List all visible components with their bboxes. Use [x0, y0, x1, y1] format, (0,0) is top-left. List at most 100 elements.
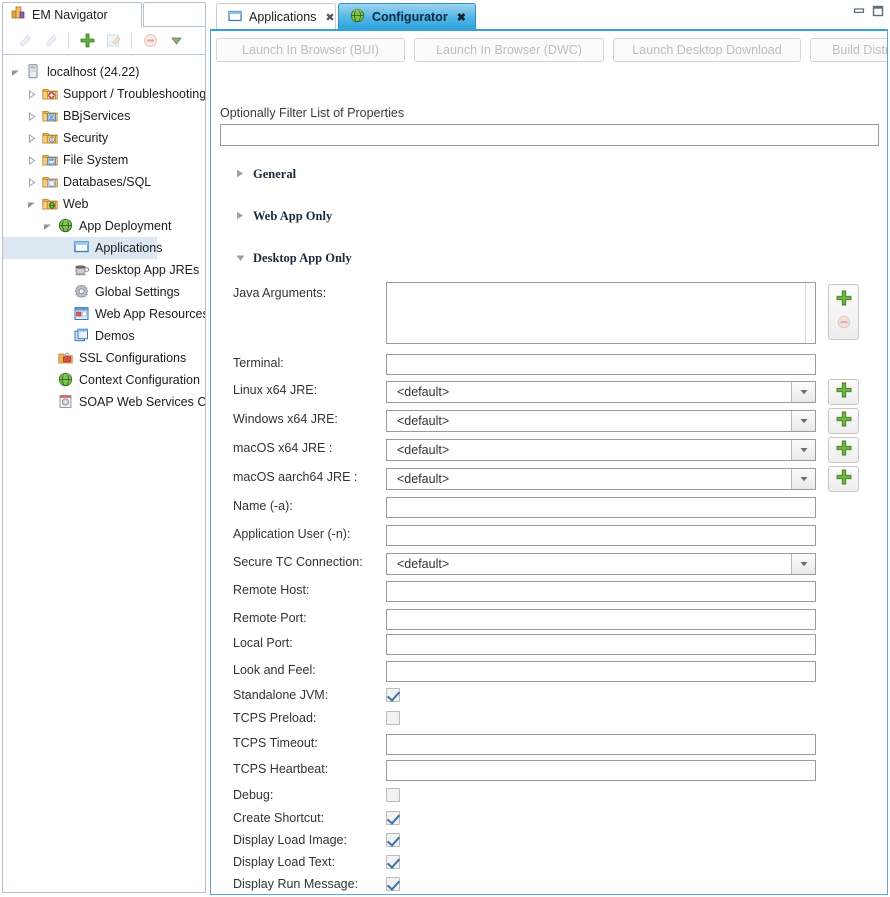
tree-item-security[interactable]: Security [3, 127, 205, 149]
field-remote-port-input[interactable] [386, 609, 816, 630]
tree-item-databases-sql[interactable]: Databases/SQL [3, 171, 205, 193]
tree-item-label: SSL Configurations [79, 351, 187, 365]
field-macos-aarch64-jre-add-button[interactable] [828, 466, 859, 492]
field-display-run-message-checkbox[interactable] [386, 877, 400, 891]
chevron-right-icon[interactable] [25, 132, 37, 144]
chevron-right-icon[interactable] [25, 176, 37, 188]
tab-applications[interactable]: Applications ✖ [216, 3, 336, 30]
field-java-arguments-control-wrap [386, 282, 859, 344]
field-tcps-heartbeat-control-wrap [386, 760, 816, 781]
tree-item-file-system[interactable]: File System [3, 149, 205, 171]
filter-input[interactable] [220, 124, 879, 146]
chevron-down-icon[interactable] [9, 66, 21, 78]
chevron-right-icon[interactable] [25, 154, 37, 166]
button-launch-in-browser-dwc[interactable]: Launch In Browser (DWC) [414, 38, 604, 62]
connect-icon[interactable] [11, 30, 37, 52]
filter-label: Optionally Filter List of Properties [220, 106, 405, 120]
field-application-user-n-input[interactable] [386, 525, 816, 546]
field-standalone-jvm-label: Standalone JVM: [233, 688, 329, 702]
field-terminal-input[interactable] [386, 354, 816, 375]
navigator-tabstrip-filler [143, 2, 206, 27]
field-secure-tc-connection-combo[interactable]: <default> [386, 553, 816, 575]
chevron-right-icon[interactable] [236, 169, 245, 180]
field-windows-x64-jre-combo[interactable]: <default> [386, 410, 816, 432]
disconnect-icon[interactable] [37, 30, 63, 52]
globe-icon [350, 8, 365, 26]
field-macos-x64-jre-add-button[interactable] [828, 437, 859, 463]
field-secure-tc-connection-control-wrap: <default> [386, 553, 816, 575]
chevron-down-icon[interactable] [791, 469, 815, 489]
tree-item-web-app-resources[interactable]: Web App Resources [3, 303, 205, 325]
field-java-arguments-label: Java Arguments: [233, 286, 327, 300]
add-icon[interactable] [836, 290, 852, 311]
field-remote-host-input[interactable] [386, 581, 816, 602]
maximize-icon[interactable] [872, 4, 884, 22]
chevron-down-icon[interactable] [791, 440, 815, 460]
field-local-port-input[interactable] [386, 634, 816, 655]
field-display-load-image-checkbox[interactable] [386, 833, 400, 847]
section-header-general[interactable]: General [236, 167, 296, 182]
field-tcps-preload-checkbox[interactable] [386, 711, 400, 725]
remove-icon[interactable] [837, 315, 851, 334]
close-icon[interactable]: ✖ [457, 11, 466, 24]
field-create-shortcut-checkbox[interactable] [386, 811, 400, 825]
tree-item-web[interactable]: Web [3, 193, 205, 215]
chevron-right-icon[interactable] [25, 88, 37, 100]
button-launch-in-browser-bui[interactable]: Launch In Browser (BUI) [216, 38, 405, 62]
field-name-a-input[interactable] [386, 497, 816, 518]
tree-item-ssl-configurations[interactable]: SSL Configurations [3, 347, 205, 369]
tree-item-support-troubleshooting[interactable]: Support / Troubleshooting [3, 83, 205, 105]
chevron-down-icon[interactable] [791, 554, 815, 574]
chevron-down-icon[interactable] [236, 254, 245, 264]
chevron-down-icon[interactable] [41, 220, 53, 232]
tree-item-app-deployment[interactable]: App Deployment [3, 215, 205, 237]
minimize-icon[interactable] [853, 4, 865, 22]
tab-em-navigator[interactable]: EM Navigator [2, 2, 142, 27]
field-java-arguments-listbox[interactable] [386, 282, 816, 344]
field-macos-x64-jre-combo[interactable]: <default> [386, 439, 816, 461]
tree-item-demos[interactable]: Demos [3, 325, 205, 347]
tab-configurator[interactable]: Configurator ✖ [338, 3, 476, 30]
field-standalone-jvm-checkbox[interactable] [386, 688, 400, 702]
field-macos-x64-jre-value: <default> [397, 443, 450, 457]
remove-icon[interactable] [137, 30, 163, 52]
field-remote-host-control-wrap [386, 581, 816, 602]
tree-item-soap-web-services-con[interactable]: SOAP Web Services Con [3, 391, 205, 413]
tab-applications-label: Applications [249, 10, 317, 24]
field-debug-checkbox[interactable] [386, 788, 400, 802]
add-icon[interactable] [74, 30, 100, 52]
field-linux-x64-jre-add-button[interactable] [828, 379, 859, 405]
chevron-right-icon[interactable] [25, 110, 37, 122]
chevron-down-icon[interactable] [163, 30, 189, 52]
chevron-right-icon[interactable] [236, 211, 245, 222]
chevron-down-icon[interactable] [791, 411, 815, 431]
tree-item-global-settings[interactable]: Global Settings [3, 281, 205, 303]
field-look-and-feel-input[interactable] [386, 661, 816, 682]
field-macos-x64-jre-label: macOS x64 JRE : [233, 441, 333, 455]
tree-item-applications[interactable]: Applications [3, 237, 162, 259]
tree-item-context-configuration[interactable]: Context Configuration [3, 369, 205, 391]
tree-item-label: App Deployment [79, 219, 172, 233]
field-macos-aarch64-jre-combo[interactable]: <default> [386, 468, 816, 490]
chevron-down-icon[interactable] [25, 198, 37, 210]
tree-item-label: Demos [95, 329, 135, 343]
field-remote-port-label: Remote Port: [233, 611, 307, 625]
navigator-tree[interactable]: localhost (24.22) Support / Troubleshooti… [2, 54, 206, 893]
tree-item-bbjservices[interactable]: BBjServices [3, 105, 205, 127]
chevron-down-icon[interactable] [791, 382, 815, 402]
field-linux-x64-jre-combo[interactable]: <default> [386, 381, 816, 403]
close-icon[interactable]: ✖ [325, 11, 334, 24]
tree-item-desktop-app-jres[interactable]: Desktop App JREs [3, 259, 205, 281]
section-header-web-app-only[interactable]: Web App Only [236, 209, 332, 224]
field-name-a-label: Name (-a): [233, 499, 293, 513]
section-header-desktop-app-only[interactable]: Desktop App Only [236, 251, 352, 266]
field-windows-x64-jre-add-button[interactable] [828, 408, 859, 434]
field-tcps-heartbeat-label: TCPS Heartbeat: [233, 762, 329, 776]
button-build-distribution[interactable]: Build Distribution [810, 38, 887, 62]
edit-note-icon[interactable] [100, 30, 126, 52]
field-tcps-timeout-input[interactable] [386, 734, 816, 755]
field-display-load-text-checkbox[interactable] [386, 855, 400, 869]
tree-item-localhost-24-22[interactable]: localhost (24.22) [3, 61, 205, 83]
field-tcps-heartbeat-input[interactable] [386, 760, 816, 781]
button-launch-desktop-download[interactable]: Launch Desktop Download [613, 38, 801, 62]
